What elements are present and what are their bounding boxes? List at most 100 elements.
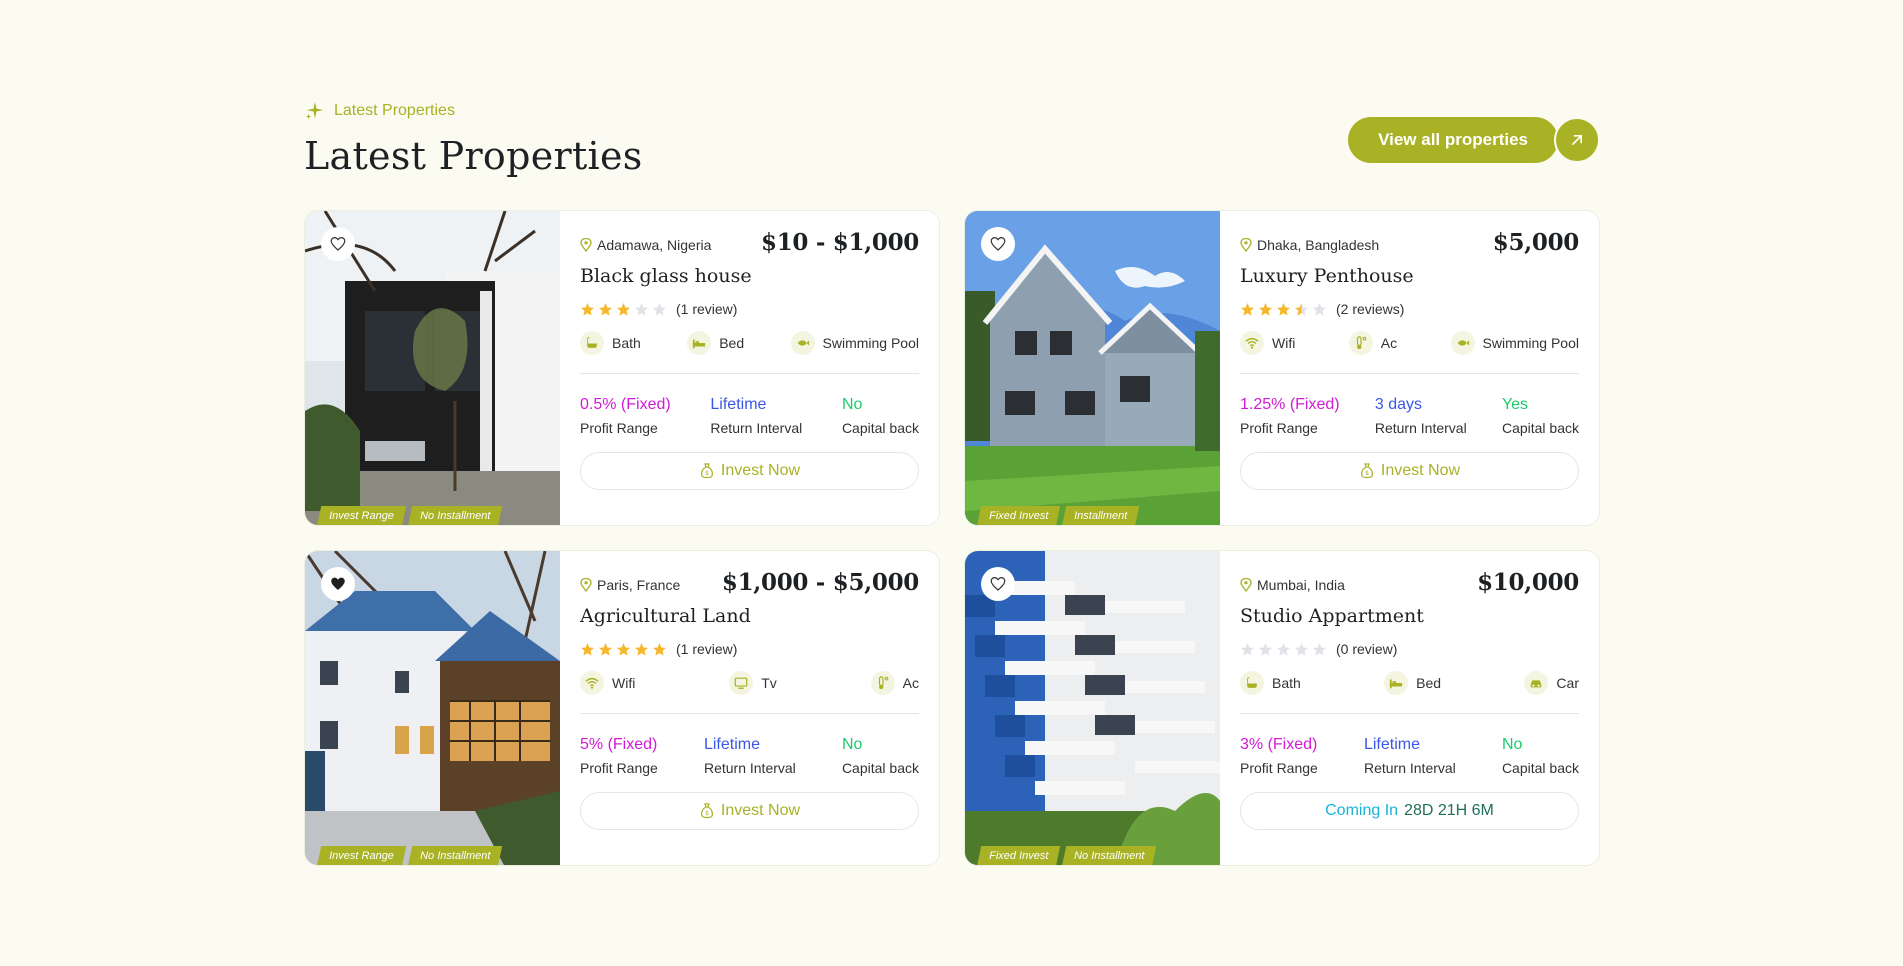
- star-icon: [1294, 642, 1309, 656]
- property-info: Mumbai, India $10,000 Studio Appartment …: [1220, 551, 1599, 865]
- coming-in-label: Coming In: [1325, 802, 1399, 819]
- return-interval: Lifetime Return Interval: [710, 396, 803, 436]
- rating: (2 reviews): [1240, 301, 1579, 317]
- wifi-icon: [1240, 331, 1264, 355]
- star-icon: [652, 302, 667, 316]
- amenities: Bath Bed Swimming Pool: [580, 331, 919, 374]
- star-icon: [1240, 642, 1255, 656]
- favorite-button[interactable]: [981, 227, 1015, 261]
- heart-outline-icon: [990, 577, 1006, 591]
- arrow-up-right-icon[interactable]: [1554, 117, 1600, 163]
- wifi-icon: [580, 671, 604, 695]
- swimming-pool-icon: [1450, 331, 1475, 355]
- section-header: Latest Properties Latest Properties View…: [304, 98, 1600, 178]
- property-info: Adamawa, Nigeria $10 - $1,000 Black glas…: [560, 211, 939, 525]
- sparkle-icon: [305, 101, 324, 120]
- tag: No Installment: [407, 846, 503, 865]
- review-count: (1 review): [676, 301, 738, 317]
- review-count: (0 review): [1336, 641, 1398, 657]
- amenity: Wifi: [1240, 331, 1295, 355]
- tag: Fixed Invest: [976, 506, 1061, 525]
- profit-range: 0.5% (Fixed) Profit Range: [580, 396, 671, 436]
- tag: Invest Range: [316, 846, 407, 865]
- property-info: Paris, France $1,000 - $5,000 Agricultur…: [560, 551, 939, 865]
- property-name[interactable]: Black glass house: [580, 265, 919, 287]
- amenity: Ac: [870, 671, 919, 695]
- location-pin-icon: [1240, 238, 1252, 252]
- svg-text:$: $: [705, 810, 709, 817]
- capital-back: Yes Capital back: [1501, 396, 1579, 436]
- amenity: Swimming Pool: [1450, 331, 1579, 355]
- property-price: $5,000: [1492, 229, 1580, 256]
- location-pin-icon: [580, 238, 592, 252]
- profit-range: 3% (Fixed) Profit Range: [1240, 736, 1318, 776]
- favorite-button[interactable]: [321, 227, 355, 261]
- review-count: (2 reviews): [1336, 301, 1405, 317]
- heart-filled-icon: [331, 577, 345, 590]
- star-icon: [1276, 302, 1291, 316]
- star-icon: [1312, 302, 1327, 316]
- favorite-button[interactable]: [321, 567, 355, 601]
- profit-range: 5% (Fixed) Profit Range: [580, 736, 658, 776]
- capital-back: No Capital back: [1501, 736, 1579, 776]
- money-bag-icon: $: [1360, 463, 1373, 479]
- swimming-pool-icon: [790, 331, 815, 355]
- heart-outline-icon: [330, 237, 346, 251]
- star-icon: [634, 642, 649, 656]
- investment-stats: 5% (Fixed) Profit Range Lifetime Return In…: [580, 736, 919, 776]
- amenity: Bed: [687, 331, 744, 355]
- amenity: Bath: [580, 331, 641, 355]
- favorite-button[interactable]: [981, 567, 1015, 601]
- property-photo[interactable]: Invest Range No Installment: [305, 211, 560, 525]
- invest-now-button[interactable]: $ Invest Now: [580, 452, 919, 490]
- star-icon: [1258, 642, 1273, 656]
- property-card: Invest Range No Installment Paris, Franc…: [304, 550, 940, 866]
- svg-text:$: $: [1365, 470, 1369, 477]
- property-name[interactable]: Luxury Penthouse: [1240, 265, 1579, 287]
- view-all-button[interactable]: View all properties: [1348, 117, 1558, 163]
- amenities: Wifi Tv Ac: [580, 671, 919, 714]
- amenity: Tv: [729, 671, 777, 695]
- property-tags: Fixed Invest Installment: [976, 506, 1140, 525]
- rating: (0 review): [1240, 641, 1579, 657]
- invest-now-button[interactable]: $ Invest Now: [580, 792, 919, 830]
- star-icon: [580, 642, 595, 656]
- bath-icon: [580, 331, 604, 355]
- location-pin-icon: [1240, 578, 1252, 592]
- property-card: Fixed Invest No Installment Mumbai, Indi…: [964, 550, 1600, 866]
- bed-icon: [687, 331, 712, 355]
- star-icon: [1240, 302, 1255, 316]
- tag: Fixed Invest: [976, 846, 1061, 865]
- property-grid: Invest Range No Installment Adamawa, Nig…: [304, 210, 1600, 866]
- bed-icon: [1384, 671, 1409, 695]
- invest-now-button[interactable]: $ Invest Now: [1240, 452, 1579, 490]
- star-icon: [1258, 302, 1273, 316]
- property-name[interactable]: Studio Appartment: [1240, 605, 1579, 627]
- tag: Invest Range: [316, 506, 407, 525]
- return-interval: Lifetime Return Interval: [1363, 736, 1456, 776]
- ac-icon: [1348, 331, 1373, 355]
- investment-stats: 1.25% (Fixed) Profit Range 3 days Return I…: [1240, 396, 1579, 436]
- star-icon: [616, 302, 631, 316]
- ac-icon: [870, 671, 895, 695]
- investment-stats: 3% (Fixed) Profit Range Lifetime Return In…: [1240, 736, 1579, 776]
- property-photo[interactable]: Invest Range No Installment: [305, 551, 560, 865]
- bath-icon: [1240, 671, 1264, 695]
- return-interval: 3 days Return Interval: [1374, 396, 1467, 436]
- property-photo[interactable]: Fixed Invest Installment: [965, 211, 1220, 525]
- rating: (1 review): [580, 641, 919, 657]
- view-all-properties[interactable]: View all properties: [1348, 117, 1600, 163]
- capital-back: No Capital back: [841, 736, 919, 776]
- star-icon: [580, 302, 595, 316]
- property-tags: Fixed Invest No Installment: [976, 846, 1157, 865]
- property-name[interactable]: Agricultural Land: [580, 605, 919, 627]
- property-photo[interactable]: Fixed Invest No Installment: [965, 551, 1220, 865]
- star-icon: [1312, 642, 1327, 656]
- star-icon: [634, 302, 649, 316]
- svg-text:$: $: [705, 470, 709, 477]
- amenity: Ac: [1348, 331, 1397, 355]
- star-icon: [598, 302, 613, 316]
- car-icon: [1524, 671, 1549, 695]
- capital-back: No Capital back: [841, 396, 919, 436]
- amenity: Wifi: [580, 671, 635, 695]
